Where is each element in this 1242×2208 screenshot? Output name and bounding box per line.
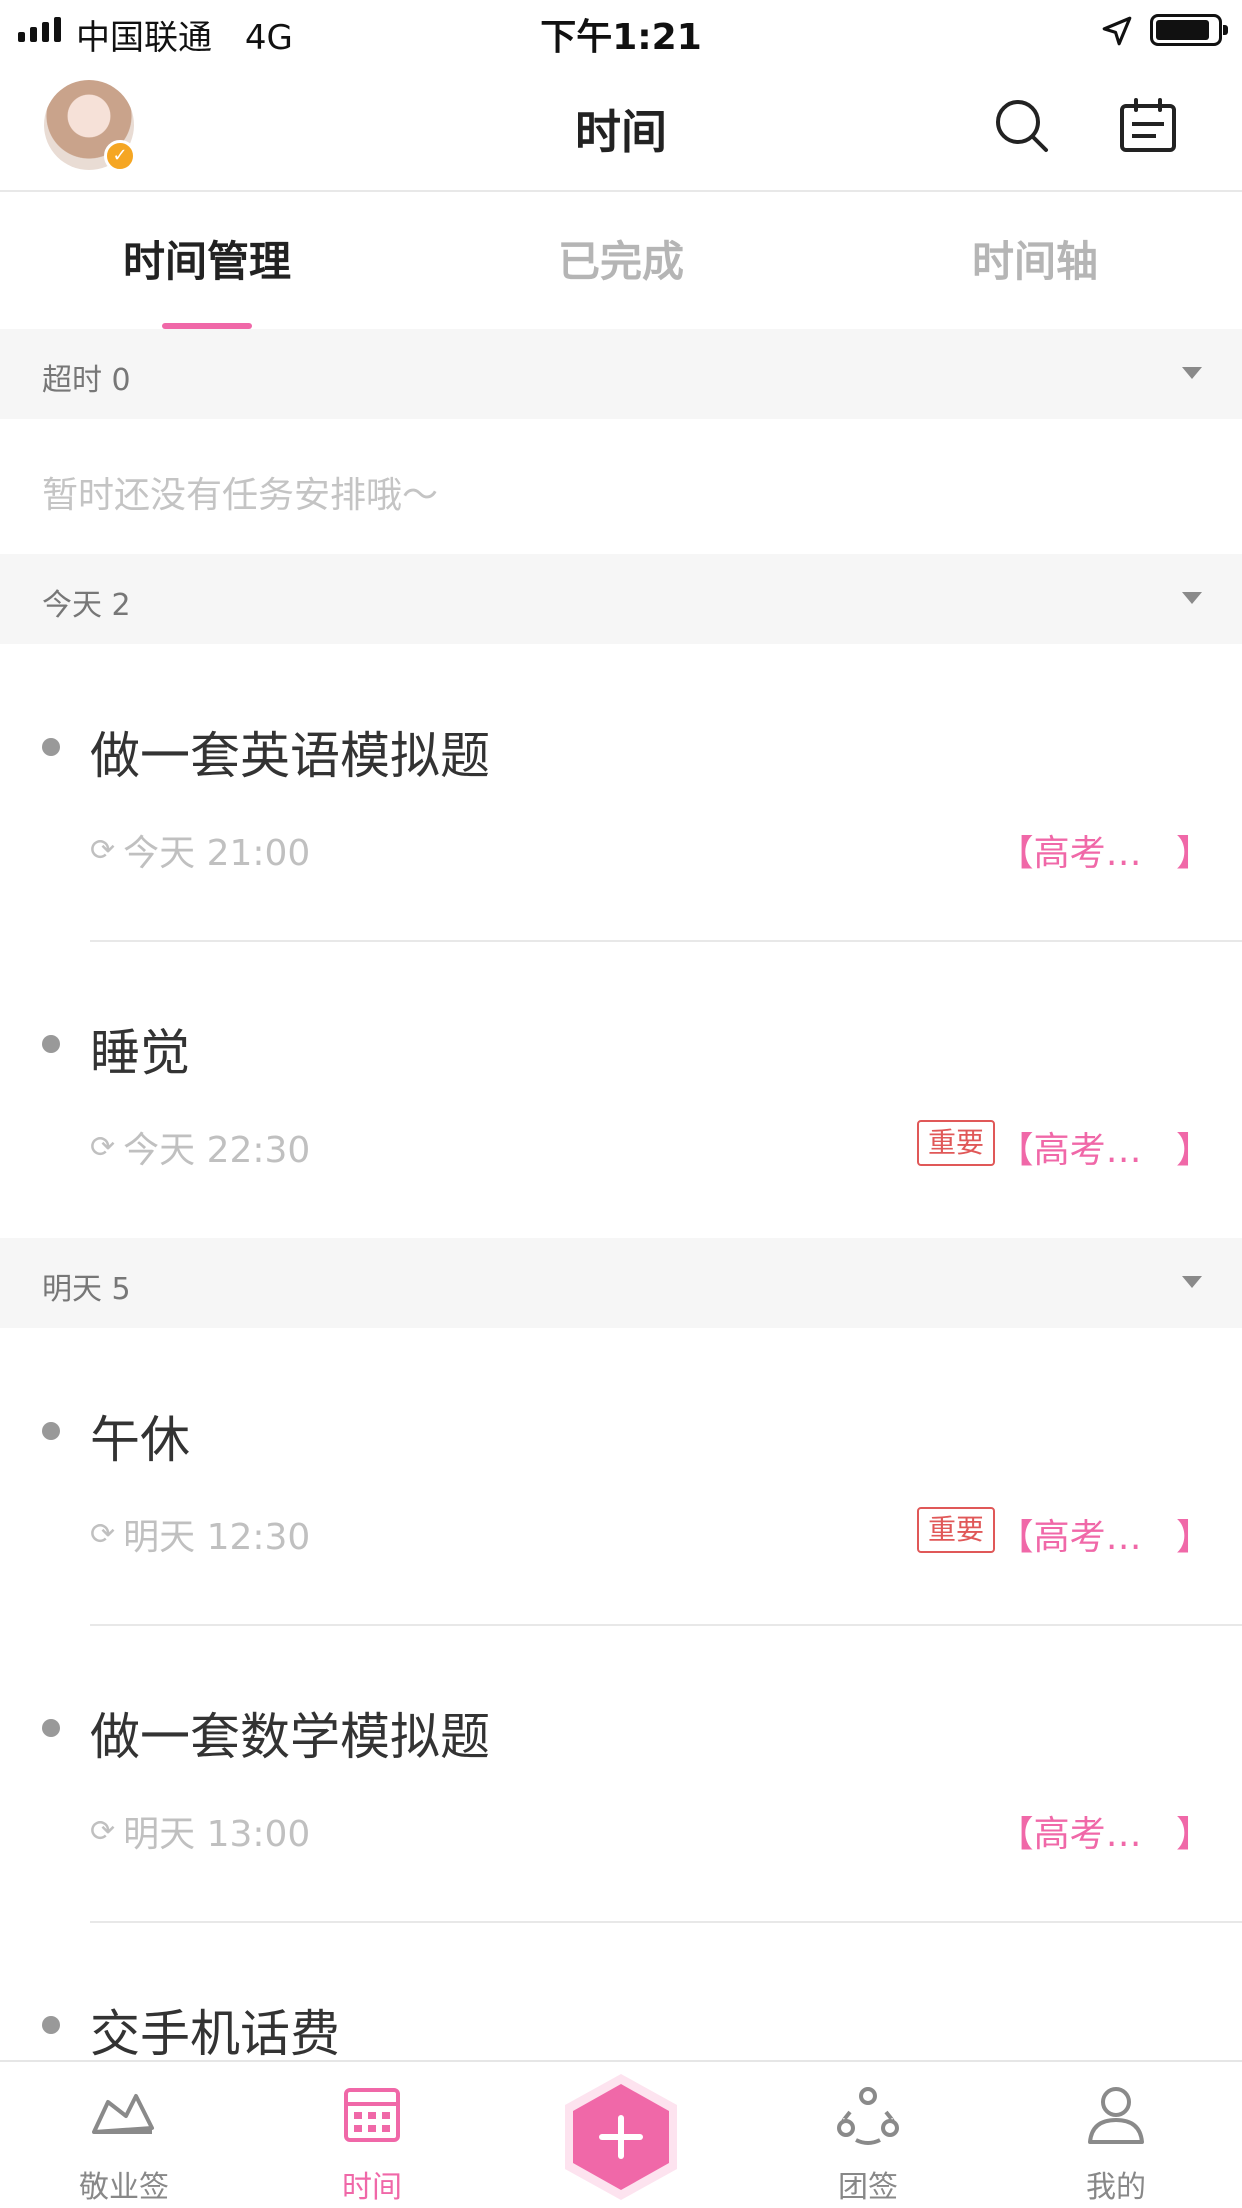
profile-icon [1088,2087,1144,2144]
status-bar: 中国联通 4G 下午1:21 [0,0,1242,60]
tab-time[interactable]: 时间 [292,2082,452,2206]
tab-notes[interactable]: 敬业签 [44,2082,204,2206]
bullet-icon [42,1719,60,1737]
tab-completed[interactable]: 已完成 [414,194,828,329]
task-time: ⟳ 今天 22:30 [90,1121,310,1173]
task-item[interactable]: 睡觉 ⟳ 今天 22:30 重要 【高考… 】 [0,941,1242,1238]
tab-team[interactable]: 团签 [788,2082,948,2206]
battery-icon [1150,14,1228,46]
task-time-text: 今天 21:00 [123,833,311,874]
section-overdue-header[interactable]: 超时 0 [0,329,1242,419]
tab-time-management[interactable]: 时间管理 [0,194,414,329]
nav-bar: ✓ 时间 [0,60,1242,192]
search-icon[interactable] [990,94,1054,158]
empty-state-text: 暂时还没有任务安排哦～ [42,475,439,516]
tab-label: 时间 [342,2170,402,2205]
reminder-icon: ⟳ [90,1516,116,1552]
section-today-count: 2 [111,588,131,623]
section-tomorrow-header[interactable]: 明天 5 [0,1238,1242,1328]
tab-label: 我的 [1086,2170,1146,2205]
task-list-tag[interactable]: 【高考… 】 [998,1805,1212,1857]
page-title: 时间 [575,105,667,159]
section-today-title: 今天 [42,588,102,623]
reminder-icon: ⟳ [90,832,116,868]
location-icon [1102,16,1132,46]
bullet-icon [42,2016,60,2034]
task-title: 交手机话费 [90,2005,340,2063]
task-item[interactable]: 做一套数学模拟题 ⟳ 明天 13:00 【高考… 】 [0,1625,1242,1923]
bullet-icon [42,1422,60,1440]
tab-timeline[interactable]: 时间轴 [828,194,1242,329]
section-overdue-count: 0 [111,363,131,398]
bullet-icon [42,1035,60,1053]
calendar-icon[interactable] [1116,94,1180,158]
section-tomorrow-count: 5 [111,1272,131,1307]
reminder-icon: ⟳ [90,1129,116,1165]
collapse-caret-icon[interactable] [1182,1276,1202,1288]
section-tomorrow-label: 明天 5 [42,1264,131,1308]
tab-label: 团签 [838,2170,898,2205]
tab-profile[interactable]: 我的 [1036,2082,1196,2206]
task-time: ⟳ 明天 12:30 [90,1508,310,1560]
section-today-label: 今天 2 [42,580,131,624]
task-list-tag[interactable]: 【高考… 】 [998,1508,1212,1560]
reminder-icon: ⟳ [90,1813,116,1849]
task-title: 做一套数学模拟题 [90,1708,490,1766]
note-icon [92,2094,154,2134]
add-task-button[interactable] [561,2072,681,2202]
task-list-tag[interactable]: 【高考… 】 [998,1121,1212,1173]
task-list-tag[interactable]: 【高考… 】 [998,824,1212,876]
task-time-text: 今天 22:30 [123,1130,311,1171]
bullet-icon [42,738,60,756]
calendar-icon [344,2088,400,2142]
important-badge: 重要 [917,1120,995,1166]
task-time-text: 明天 12:30 [123,1517,311,1558]
task-title: 睡觉 [90,1024,190,1082]
task-time: ⟳ 今天 21:00 [90,824,310,876]
tab-bar-top: 时间管理 已完成 时间轴 [0,194,1242,329]
collapse-caret-icon[interactable] [1182,592,1202,604]
team-icon [837,2087,899,2145]
task-time-text: 明天 13:00 [123,1814,311,1855]
section-today-header[interactable]: 今天 2 [0,554,1242,644]
tab-label: 敬业签 [79,2170,169,2205]
task-time: ⟳ 明天 13:00 [90,1805,310,1857]
collapse-caret-icon[interactable] [1182,367,1202,379]
task-title: 午休 [90,1411,190,1469]
task-item[interactable]: 午休 ⟳ 明天 12:30 重要 【高考… 】 [0,1328,1242,1626]
task-item[interactable]: 交手机话费 [0,1922,1242,2063]
clock: 下午1:21 [540,17,702,58]
important-badge: 重要 [917,1507,995,1553]
section-tomorrow-title: 明天 [42,1272,102,1307]
section-overdue-title: 超时 [42,363,102,398]
task-title: 做一套英语模拟题 [90,727,490,785]
section-overdue-label: 超时 0 [42,355,131,399]
task-item[interactable]: 做一套英语模拟题 ⟳ 今天 21:00 【高考… 】 [0,644,1242,942]
